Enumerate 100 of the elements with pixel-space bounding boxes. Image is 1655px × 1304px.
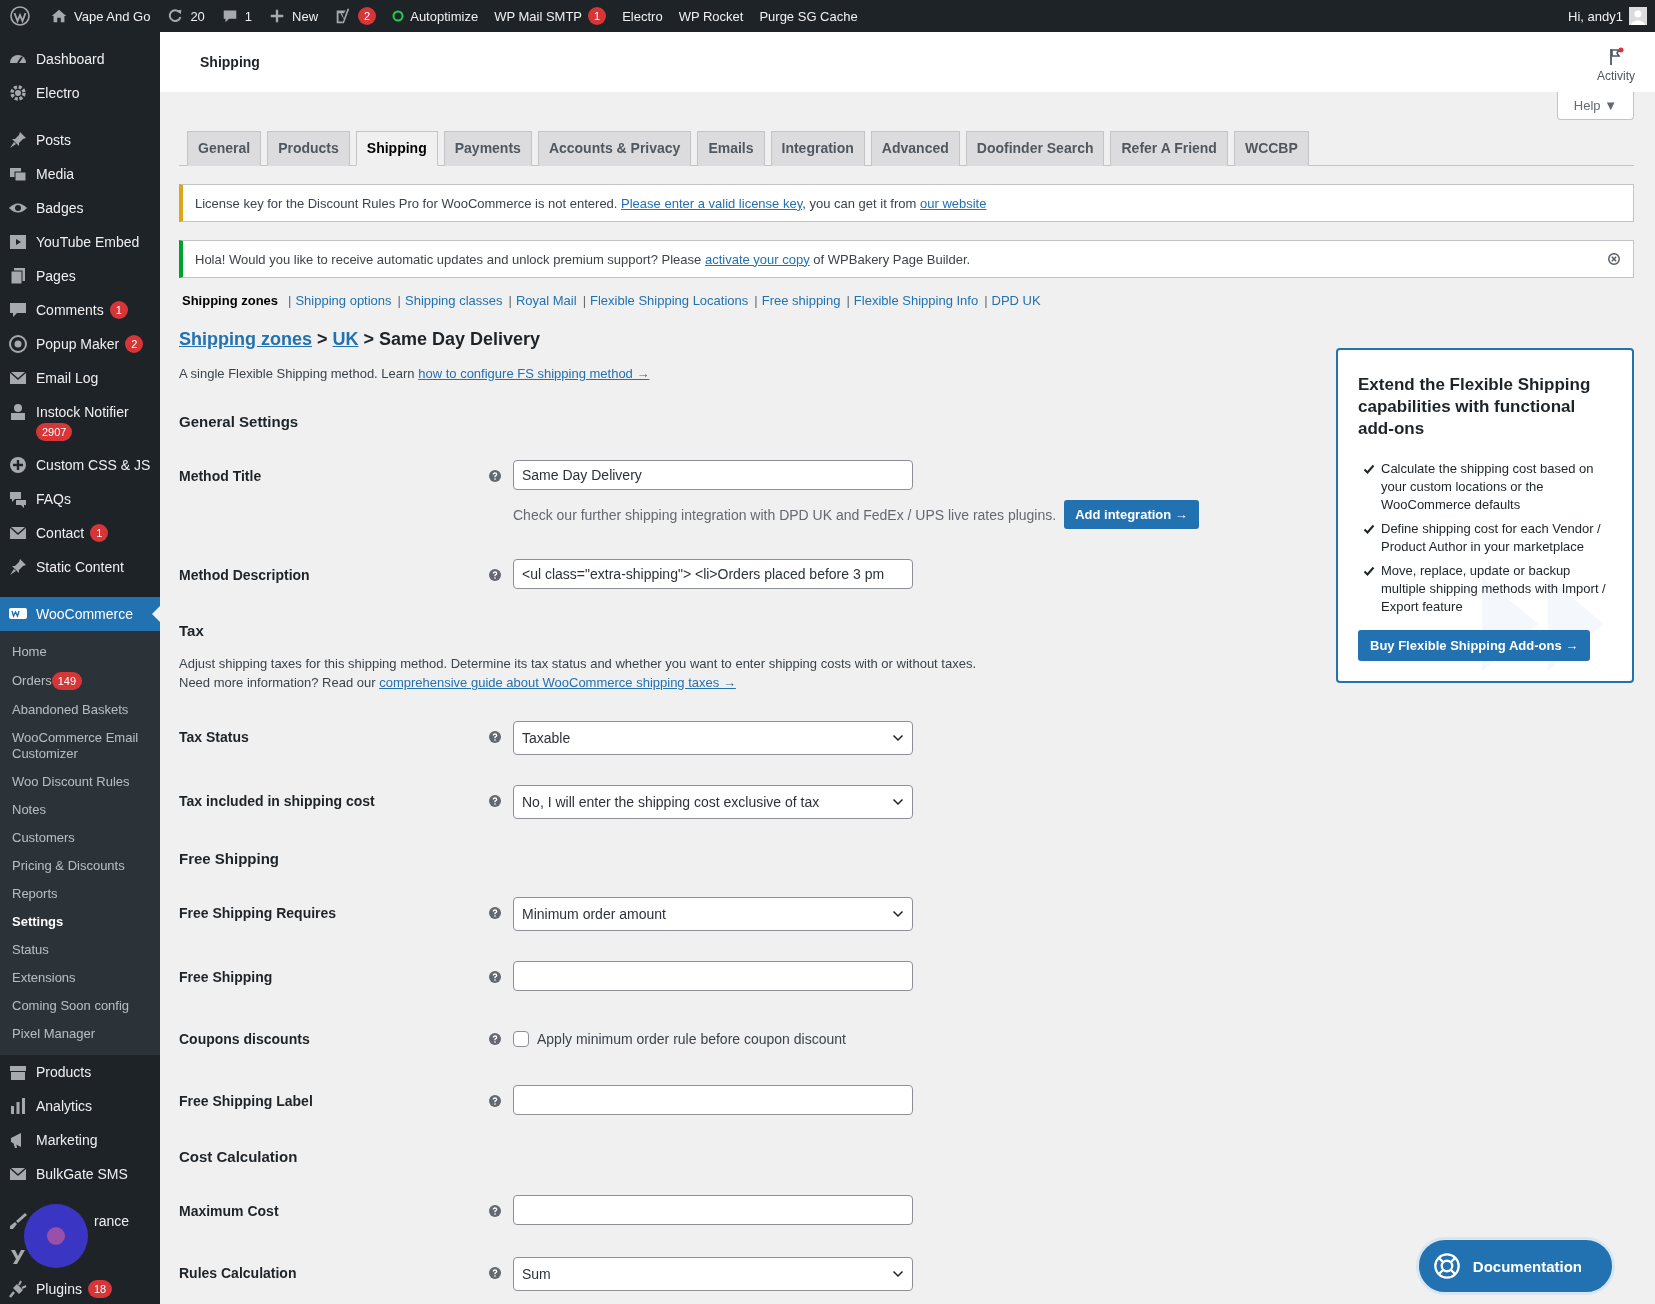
submenu-item[interactable]: Coming Soon config <box>0 992 160 1020</box>
menu-item[interactable]: Contact 1 <box>0 516 160 550</box>
help-button[interactable]: Help ▼ <box>1556 92 1634 120</box>
submenu-item[interactable]: Status <box>0 936 160 964</box>
help-icon[interactable] <box>489 470 501 482</box>
section-link[interactable]: Flexible Shipping Locations <box>590 293 749 308</box>
select-dropdown[interactable]: Minimum order amount <box>513 897 913 931</box>
admin-bar-link[interactable]: Electro <box>622 8 663 24</box>
menu-item[interactable]: Products <box>0 1055 160 1089</box>
settings-tab[interactable]: Advanced <box>870 131 960 166</box>
menu-item[interactable]: Static Content <box>0 550 160 584</box>
breadcrumb-link[interactable]: Shipping zones <box>179 329 312 349</box>
account-greeting[interactable]: Hi, andy1 <box>1568 8 1623 24</box>
buy-addons-button[interactable]: Buy Flexible Shipping Add-ons → <box>1358 630 1591 661</box>
section-link[interactable]: Free shipping <box>761 293 841 308</box>
menu-item[interactable]: Custom CSS & JS <box>0 448 160 482</box>
submenu-item[interactable]: Orders 149 <box>0 666 160 696</box>
submenu-item[interactable]: Home <box>0 638 160 666</box>
menu-item[interactable]: Electro <box>0 76 160 110</box>
checkbox-label[interactable]: Apply minimum order rule before coupon discount <box>537 1031 846 1047</box>
submenu-item[interactable]: Customers <box>0 824 160 852</box>
admin-bar-link[interactable]: WP Rocket <box>678 8 744 24</box>
help-icon[interactable] <box>489 569 501 581</box>
submenu-item[interactable]: Pricing & Discounts <box>0 852 160 880</box>
submenu-item[interactable]: Reports <box>0 880 160 908</box>
guide-link[interactable]: comprehensive guide about WooCommerce shipping taxes → <box>379 675 736 690</box>
add-integration-button[interactable]: Add integration → <box>1064 500 1199 529</box>
menu-item[interactable]: Posts <box>0 123 160 157</box>
section-link[interactable]: Shipping classes <box>405 293 503 308</box>
help-icon[interactable] <box>489 1095 501 1107</box>
menu-item[interactable]: Plugins 18 <box>0 1272 160 1304</box>
menu-item[interactable]: Pages <box>0 259 160 293</box>
home-icon[interactable] <box>50 7 68 25</box>
submenu-item[interactable]: Extensions <box>0 964 160 992</box>
notice-link[interactable]: our website <box>920 195 987 211</box>
menu-item[interactable]: Badges <box>0 191 160 225</box>
menu-item[interactable]: Marketing <box>0 1123 160 1157</box>
menu-item[interactable]: Analytics <box>0 1089 160 1123</box>
menu-item[interactable]: Comments 1 <box>0 293 160 327</box>
help-icon[interactable] <box>489 907 501 919</box>
admin-bar-link[interactable]: 20 <box>190 8 205 24</box>
help-icon[interactable] <box>489 1033 501 1045</box>
select-dropdown[interactable]: Sum <box>513 1257 913 1291</box>
wordpress-logo-icon[interactable] <box>10 6 30 26</box>
section-link[interactable]: Shipping zones <box>182 293 279 308</box>
notice-link[interactable]: activate your copy <box>704 251 810 267</box>
text-field[interactable] <box>513 961 913 991</box>
section-link[interactable]: Flexible Shipping Info <box>853 293 979 308</box>
text-field[interactable]: Same Day Delivery <box>513 460 913 490</box>
help-icon[interactable] <box>489 1267 501 1279</box>
menu-item[interactable]: rance <box>0 1204 160 1238</box>
submenu-item[interactable]: Pixel Manager <box>0 1020 160 1048</box>
submenu-item[interactable]: Notes <box>0 796 160 824</box>
settings-tab[interactable]: Accounts & Privacy <box>537 131 692 166</box>
help-icon[interactable] <box>489 1205 501 1217</box>
settings-tab[interactable]: Emails <box>697 131 765 166</box>
activity-button[interactable]: Activity <box>1597 47 1635 83</box>
admin-bar-link[interactable]: 1 <box>244 8 253 24</box>
settings-tab[interactable]: Payments <box>443 131 532 166</box>
admin-bar-link[interactable]: Vape And Go <box>74 8 151 24</box>
section-link[interactable]: DPD UK <box>991 293 1041 308</box>
text-field[interactable] <box>513 1195 913 1225</box>
help-icon[interactable] <box>489 971 501 983</box>
menu-item[interactable]: WooCommerce <box>0 597 160 631</box>
admin-bar-link[interactable]: Purge SG Cache <box>759 8 858 24</box>
menu-item[interactable]: Media <box>0 157 160 191</box>
select-dropdown[interactable]: No, I will enter the shipping cost exclusive of tax <box>513 785 913 819</box>
admin-bar-link[interactable]: Autoptimize <box>410 8 479 24</box>
submenu-item[interactable]: WooCommerce Email Customizer <box>0 724 160 768</box>
close-icon[interactable] <box>1607 252 1621 266</box>
breadcrumb-link[interactable]: UK <box>332 329 359 349</box>
menu-item[interactable]: Dashboard <box>0 42 160 76</box>
settings-tab[interactable]: Doofinder Search <box>965 131 1105 166</box>
settings-tab[interactable]: Shipping <box>355 131 438 166</box>
submenu-item[interactable]: Abandoned Baskets <box>0 696 160 724</box>
menu-item[interactable]: Email Log <box>0 361 160 395</box>
help-icon[interactable] <box>489 731 501 743</box>
section-link[interactable]: Royal Mail <box>515 293 577 308</box>
documentation-button[interactable]: Documentation <box>1415 1237 1615 1295</box>
menu-item[interactable]: BulkGate SMS <box>0 1157 160 1191</box>
guide-link[interactable]: how to configure FS shipping method → <box>418 366 650 381</box>
text-field[interactable]: <ul class="extra-shipping"> <li>Orders placed before 3 pm <box>513 559 913 589</box>
admin-bar-link[interactable]: New <box>292 8 319 24</box>
menu-item[interactable]: FAQs <box>0 482 160 516</box>
settings-tab[interactable]: Products <box>267 131 350 166</box>
settings-tab[interactable]: WCCBP <box>1233 131 1309 166</box>
section-link[interactable]: Shipping options <box>295 293 392 308</box>
settings-tab[interactable]: Refer A Friend <box>1110 131 1228 166</box>
submenu-item[interactable]: Settings <box>0 908 160 936</box>
select-dropdown[interactable]: Taxable <box>513 721 913 755</box>
settings-tab[interactable]: General <box>187 131 262 166</box>
checkbox[interactable] <box>513 1031 529 1047</box>
menu-item[interactable]: YouTube Embed <box>0 225 160 259</box>
submenu-item[interactable]: Woo Discount Rules <box>0 768 160 796</box>
admin-bar-link[interactable]: WP Mail SMTP <box>494 8 583 24</box>
help-icon[interactable] <box>489 795 501 807</box>
menu-item[interactable]: Popup Maker 2 <box>0 327 160 361</box>
settings-tab[interactable]: Integration <box>770 131 865 166</box>
text-field[interactable] <box>513 1085 913 1115</box>
menu-item[interactable]: Instock Notifier 2907 <box>0 395 160 448</box>
